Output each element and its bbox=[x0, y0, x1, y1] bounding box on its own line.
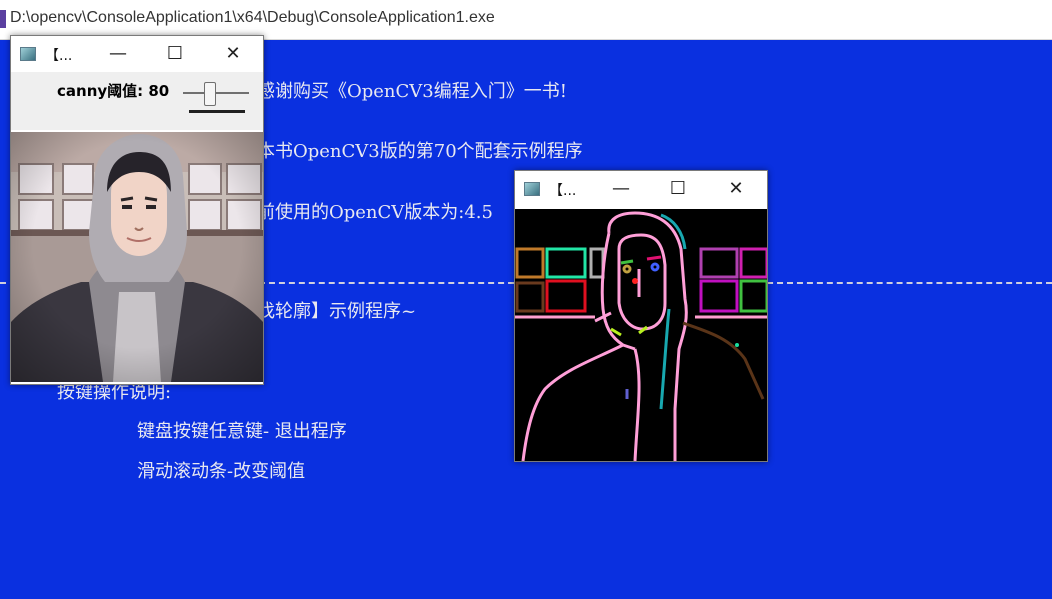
source-window-title: 【... bbox=[45, 48, 73, 64]
console-title: D:\opencv\ConsoleApplication1\x64\Debug\… bbox=[10, 9, 495, 26]
console-line-thanks: 感谢购买《OpenCV3编程入门》一书! bbox=[257, 81, 567, 102]
contours-image bbox=[515, 209, 767, 461]
contours-window-title-bar[interactable]: 【... — ☐ ✕ bbox=[515, 171, 767, 207]
console-line-version: 前使用的OpenCV版本为:4.5 bbox=[257, 202, 493, 223]
source-image bbox=[11, 132, 263, 382]
console-line-program: 本书OpenCV3版的第70个配套示例程序 bbox=[257, 141, 583, 162]
console-app-icon bbox=[0, 10, 6, 28]
trackbar-track[interactable] bbox=[183, 92, 249, 94]
source-window-title-bar[interactable]: 【... — ☐ ✕ bbox=[11, 36, 263, 72]
console-line-key-slider: 滑动滚动条-改变阈值 bbox=[137, 461, 306, 482]
contours-window-title: 【... bbox=[549, 183, 577, 199]
maximize-button[interactable]: ☐ bbox=[152, 36, 198, 72]
console-line-key-exit: 键盘按键任意键- 退出程序 bbox=[137, 421, 347, 442]
window-app-icon bbox=[20, 47, 36, 61]
contours-window: 【... — ☐ ✕ bbox=[514, 170, 768, 462]
console-title-bar: D:\opencv\ConsoleApplication1\x64\Debug\… bbox=[0, 0, 1052, 40]
trackbar-range-line bbox=[189, 110, 245, 113]
contour-drawing bbox=[515, 209, 767, 461]
window-app-icon bbox=[524, 182, 540, 196]
trackbar-thumb[interactable] bbox=[204, 82, 216, 106]
minimize-button[interactable]: — bbox=[598, 171, 644, 207]
close-button[interactable]: ✕ bbox=[210, 36, 256, 72]
close-button[interactable]: ✕ bbox=[713, 171, 759, 207]
portrait-image bbox=[11, 132, 263, 382]
trackbar-label: canny阈值: 80 bbox=[57, 82, 170, 100]
canny-trackbar: canny阈值: 80 bbox=[11, 72, 263, 130]
console-line-demo: 找轮廓】示例程序~ bbox=[257, 301, 417, 322]
maximize-button[interactable]: ☐ bbox=[655, 171, 701, 207]
source-image-window: 【... — ☐ ✕ canny阈值: 80 bbox=[10, 35, 264, 385]
minimize-button[interactable]: — bbox=[95, 36, 141, 72]
